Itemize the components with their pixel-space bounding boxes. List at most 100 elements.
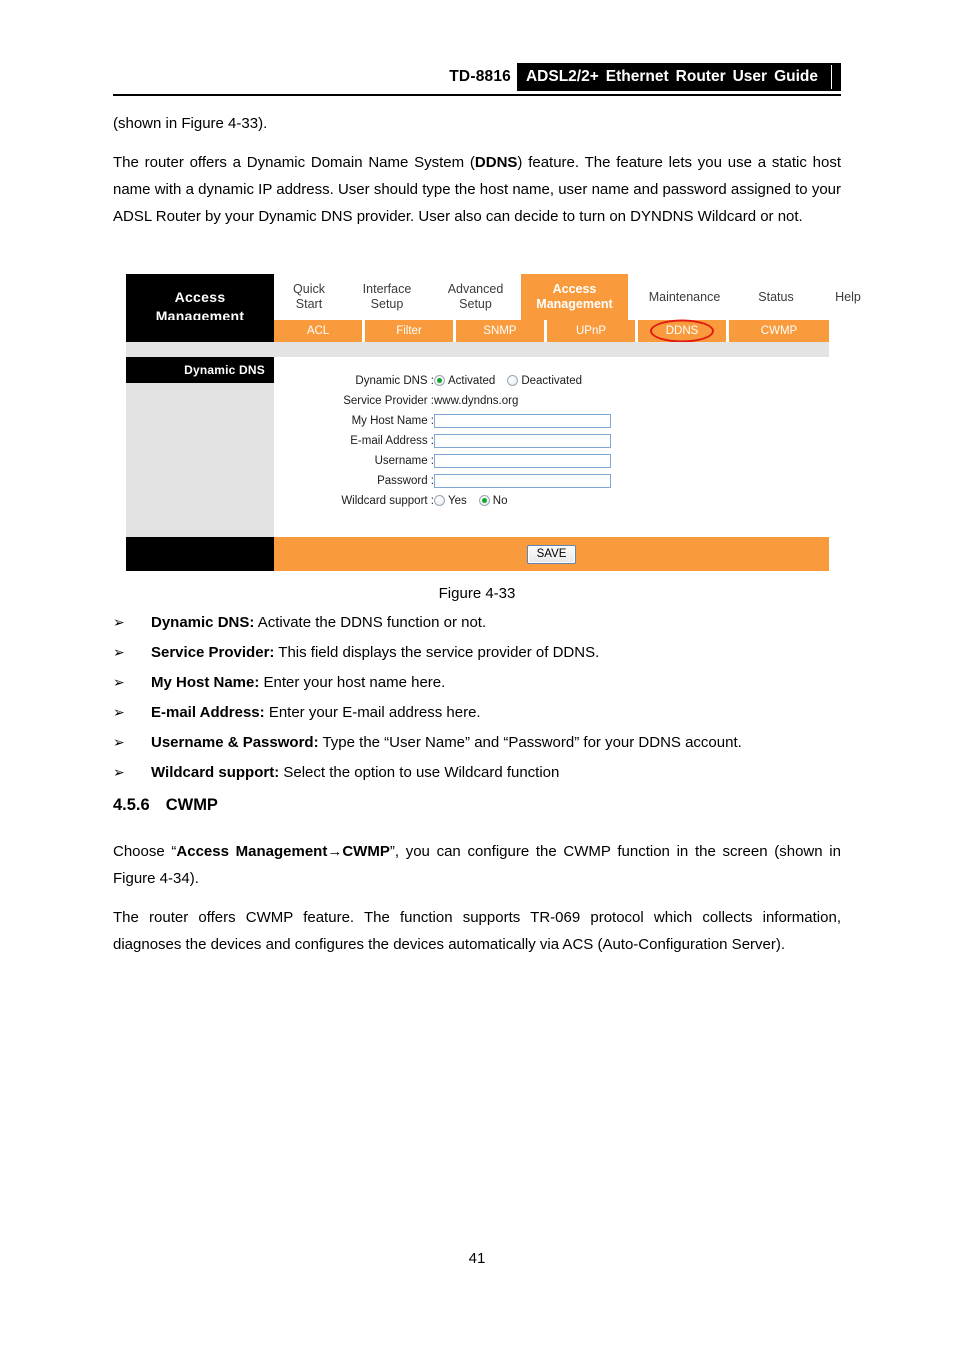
email-input[interactable] <box>434 433 611 448</box>
list-item: ➢ Wildcard support: Select the option to… <box>113 762 841 783</box>
header-title-word-2: Ethernet <box>605 68 669 85</box>
router-ui-footer: SAVE <box>126 537 829 571</box>
router-ui-footer-right: SAVE <box>274 537 829 571</box>
bullet-arrow-icon: ➢ <box>113 704 125 720</box>
figure-caption: Figure 4-33 <box>438 585 516 602</box>
nav-tab-interface-setup[interactable]: Interface Setup <box>344 274 430 320</box>
intro-pre: The router offers a Dynamic Domain Name … <box>113 154 475 171</box>
document-page: TD-8816 ADSL2/2+ Ethernet Router User Gu… <box>0 0 954 1350</box>
router-ui-header: Access Management Quick Start Interface … <box>126 274 861 343</box>
header-model-number: TD-8816 <box>449 68 511 85</box>
section-title: CWMP <box>165 796 218 814</box>
list-item-desc: Type the “User Name” and “Password” for … <box>318 734 742 751</box>
sub-tab-ddns-label: DDNS <box>665 325 699 337</box>
radio-activated[interactable] <box>434 375 445 387</box>
radio-wildcard-no-label: No <box>492 494 508 507</box>
sub-tab-filter-label: Filter <box>396 325 422 337</box>
choose-path-bold: Access Management→CWMP <box>176 843 390 860</box>
nav-tab-maintenance[interactable]: Maintenance <box>628 274 741 320</box>
router-ui-footer-left <box>126 537 274 571</box>
nav-tab-status[interactable]: Status <box>741 274 811 320</box>
router-ui-panel-title: Dynamic DNS <box>126 357 274 383</box>
list-item-desc: Enter your host name here. <box>259 674 446 691</box>
nav-tab-help[interactable]: Help <box>811 274 885 320</box>
username-label: Username : <box>374 455 434 467</box>
ddns-form: Dynamic DNS : Activated Deactivated Servi… <box>274 371 611 511</box>
sub-tab-cwmp[interactable]: CWMP <box>729 320 829 342</box>
list-item-text: Wildcard support: Select the option to u… <box>151 763 841 783</box>
router-ui-subnav-spacer <box>126 320 274 342</box>
sub-tab-filter[interactable]: Filter <box>365 320 453 342</box>
list-item-term: Wildcard support: <box>151 764 280 781</box>
bullet-arrow-icon: ➢ <box>113 614 125 630</box>
continued-sentence: (shown in Figure 4-33). <box>113 115 268 132</box>
header-title-word-5: Guide <box>774 68 818 85</box>
nav-tab-access-management-line1: Access <box>552 282 597 296</box>
router-ui-section-badge-line1: Access <box>174 288 226 305</box>
router-ui-body: Dynamic DNS Dynamic DNS : Activated Deact… <box>126 357 829 537</box>
save-button[interactable]: SAVE <box>526 544 577 564</box>
nav-tab-quick-start[interactable]: Quick Start <box>274 274 344 320</box>
sub-tab-ddns[interactable]: DDNS <box>638 319 726 343</box>
nav-tab-maintenance-label: Maintenance <box>648 289 721 304</box>
list-item-term: My Host Name: <box>151 674 260 691</box>
host-name-input[interactable] <box>434 413 611 428</box>
form-row-dynamic-dns: Dynamic DNS : Activated Deactivated <box>274 371 611 391</box>
host-name-label: My Host Name : <box>351 415 434 427</box>
sub-tab-snmp-label: SNMP <box>483 325 517 337</box>
page-number: 41 <box>468 1250 486 1267</box>
list-item: ➢ My Host Name: Enter your host name her… <box>113 672 841 693</box>
nav-tab-access-management[interactable]: Access Management <box>521 274 628 320</box>
bullet-arrow-icon: ➢ <box>113 764 125 780</box>
router-ui-form-panel: Dynamic DNS : Activated Deactivated Servi… <box>274 357 829 537</box>
list-item-desc: Enter your E-mail address here. <box>264 704 481 721</box>
cwmp-paragraph: The router offers CWMP feature. The func… <box>113 909 841 953</box>
header-title-word-4: User <box>732 68 768 85</box>
sub-tab-acl[interactable]: ACL <box>274 320 362 342</box>
radio-deactivated-label: Deactivated <box>521 374 583 387</box>
list-item-text: Username & Password: Type the “User Name… <box>151 733 841 753</box>
radio-deactivated[interactable] <box>507 375 519 387</box>
list-item-term: Service Provider: <box>151 644 275 661</box>
nav-tab-advanced-setup-line1: Advanced <box>447 282 504 296</box>
intro-text-block: (shown in Figure 4-33). The router offer… <box>113 110 841 242</box>
nav-tab-quick-start-line2: Start <box>295 297 323 311</box>
password-input[interactable] <box>434 473 611 488</box>
choose-pre: Choose “ <box>113 843 177 860</box>
choose-paragraph: Choose “Access Management→CWMP”, you can… <box>113 838 841 892</box>
form-row-service-provider: Service Provider : www.dyndns.org <box>274 391 611 411</box>
section-number: 4.5.6 <box>113 796 150 814</box>
list-item-text: Dynamic DNS: Activate the DDNS function … <box>151 613 841 633</box>
header-cell-rule <box>831 65 832 89</box>
router-ui-screenshot: Access Management Quick Start Interface … <box>126 274 861 571</box>
username-input[interactable] <box>434 453 611 468</box>
nav-tab-advanced-setup[interactable]: Advanced Setup <box>430 274 521 320</box>
wildcard-radio-group: Yes No <box>434 491 611 511</box>
form-row-wildcard: Wildcard support : Yes No <box>274 491 611 511</box>
sub-tab-upnp[interactable]: UPnP <box>547 320 635 342</box>
header-horizontal-rule <box>113 94 841 96</box>
list-item-desc: Select the option to use Wildcard functi… <box>279 764 560 781</box>
service-provider-label: Service Provider : <box>343 395 434 407</box>
sub-tab-upnp-label: UPnP <box>575 325 607 337</box>
section-heading: 4.5.6 CWMP <box>113 796 218 815</box>
field-description-list: ➢ Dynamic DNS: Activate the DDNS functio… <box>113 612 841 792</box>
header-title-word-3: Router <box>675 68 726 85</box>
list-item-term: Dynamic DNS: <box>151 614 255 631</box>
bullet-arrow-icon: ➢ <box>113 674 125 690</box>
dynamic-dns-label: Dynamic DNS : <box>355 375 434 387</box>
nav-tab-advanced-setup-line2: Setup <box>459 297 492 311</box>
form-row-password: Password : <box>274 471 611 491</box>
form-row-username: Username : <box>274 451 611 471</box>
radio-activated-label: Activated <box>448 374 496 387</box>
nav-tab-interface-setup-line2: Setup <box>370 297 404 311</box>
section-body: Choose “Access Management→CWMP”, you can… <box>113 838 841 970</box>
wildcard-label: Wildcard support : <box>341 495 434 507</box>
list-item-desc: This field displays the service provider… <box>274 644 600 661</box>
sub-tab-snmp[interactable]: SNMP <box>456 320 544 342</box>
email-label: E-mail Address : <box>350 435 434 447</box>
header-title-bar: ADSL2/2+ Ethernet Router User Guide <box>516 63 841 91</box>
radio-wildcard-no[interactable] <box>478 495 490 507</box>
dynamic-dns-radio-group: Activated Deactivated <box>434 371 611 391</box>
radio-wildcard-yes[interactable] <box>434 495 445 507</box>
